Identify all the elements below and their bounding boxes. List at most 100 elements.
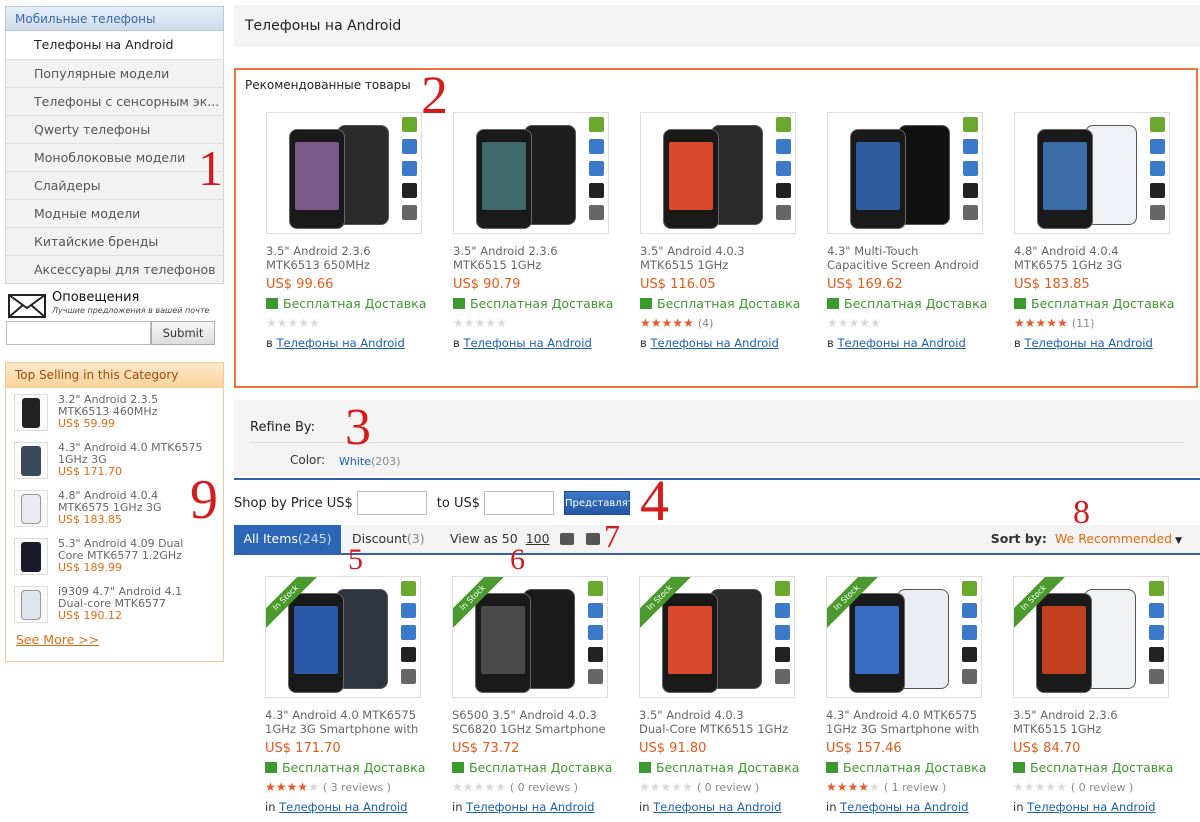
product-name-line2[interactable]: 1GHz 3G Smartphone with xyxy=(826,722,996,736)
category-link[interactable]: Телефоны на Android xyxy=(276,336,404,350)
product-image[interactable]: In Stock xyxy=(452,576,608,698)
product-image[interactable] xyxy=(1014,112,1170,234)
color-filter-white[interactable]: White(203) xyxy=(339,455,401,468)
product-name-line2[interactable]: 1GHz 3G Smartphone with xyxy=(265,722,435,736)
category-header[interactable]: Мобильные телефоны xyxy=(5,6,224,31)
product-name[interactable]: 4.8" Android 4.0.4 MTK6575 1GHz 3G xyxy=(1014,244,1184,272)
price-from-input[interactable] xyxy=(356,491,427,515)
product-image[interactable] xyxy=(266,112,422,234)
product-name-line1[interactable]: 3.5" Android 2.3.6 xyxy=(266,244,436,258)
price-apply-button[interactable]: Представлять xyxy=(564,491,639,515)
product-card[interactable]: 4.8" Android 4.0.4 MTK6575 1GHz 3G US$ 183… xyxy=(1014,112,1184,350)
review-count[interactable]: ( 0 review ) xyxy=(1071,781,1133,794)
product-name[interactable]: S6500 3.5" Android 4.0.3 SC6820 1GHz Smar… xyxy=(452,708,622,736)
product-name[interactable]: 3.5" Android 2.3.6 MTK6515 1GHz xyxy=(453,244,623,272)
product-name[interactable]: 4.3" Multi-Touch Capacitive Screen Androi… xyxy=(827,244,997,272)
view-100-option[interactable]: 100 xyxy=(526,531,550,546)
product-name-line1[interactable]: 3.5" Android 4.0.3 xyxy=(640,244,810,258)
sidebar-item-accessories[interactable]: Аксессуары для телефонов xyxy=(6,255,223,283)
product-name[interactable]: 5.3" Android 4.09 Dual Core MTK6577 1.2G… xyxy=(58,538,208,562)
product-name-line2[interactable]: MTK6513 650MHz xyxy=(266,258,436,272)
product-image[interactable] xyxy=(453,112,609,234)
product-card[interactable]: 3.5" Android 2.3.6 MTK6515 1GHz US$ 90.79 Б… xyxy=(453,112,623,350)
product-name[interactable]: 4.3" Android 4.0 MTK6575 1GHz 3G Smartpho… xyxy=(265,708,435,736)
newsletter-submit-button[interactable]: Submit xyxy=(151,321,215,345)
sidebar-item-android[interactable]: Телефоны на Android xyxy=(6,31,223,59)
product-name-line2[interactable]: MTK6515 1GHz xyxy=(1013,722,1183,736)
product-card[interactable]: In Stock S6500 3.5" Android 4.0.3 SC6820 1… xyxy=(452,576,622,814)
category-link[interactable]: Телефоны на Android xyxy=(650,336,778,350)
rating[interactable]: ★★★★★ (11) xyxy=(1014,316,1184,330)
sidebar-item-candybar[interactable]: Моноблоковые модели xyxy=(6,143,223,171)
list-item[interactable]: i9309 4.7" Android 4.1 Dual-core MTK6577… xyxy=(6,580,223,628)
review-count[interactable]: (11) xyxy=(1072,317,1095,330)
category-link[interactable]: Телефоны на Android xyxy=(466,800,594,814)
product-card[interactable]: 3.5" Android 2.3.6 MTK6513 650MHz US$ 99.6… xyxy=(266,112,436,350)
review-count[interactable]: ( 3 reviews ) xyxy=(323,781,391,794)
sort-by-value[interactable]: We Recommended xyxy=(1055,531,1172,546)
product-thumbnail[interactable] xyxy=(14,442,48,479)
product-name[interactable]: 3.2" Android 2.3.5 MTK6513 460MHz xyxy=(58,394,208,418)
product-thumbnail[interactable] xyxy=(14,490,48,527)
product-name[interactable]: 4.3" Android 4.0 MTK6575 1GHz 3G xyxy=(58,442,208,466)
product-name[interactable]: i9309 4.7" Android 4.1 Dual-core MTK6577 xyxy=(58,586,208,610)
category-link[interactable]: Телефоны на Android xyxy=(840,800,968,814)
product-thumbnail[interactable] xyxy=(14,586,48,623)
list-item[interactable]: 5.3" Android 4.09 Dual Core MTK6577 1.2G… xyxy=(6,532,223,580)
product-card[interactable]: 4.3" Multi-Touch Capacitive Screen Androi… xyxy=(827,112,997,350)
product-card[interactable]: 3.5" Android 4.0.3 MTK6515 1GHz US$ 116.05… xyxy=(640,112,810,350)
see-more-link[interactable]: See More >> xyxy=(16,632,99,647)
product-name[interactable]: 4.3" Android 4.0 MTK6575 1GHz 3G Smartpho… xyxy=(826,708,996,736)
product-name-line1[interactable]: S6500 3.5" Android 4.0.3 xyxy=(452,708,622,722)
product-thumbnail[interactable] xyxy=(14,394,48,431)
product-name-line2[interactable]: SC6820 1GHz Smartphone xyxy=(452,722,622,736)
product-name-line2[interactable]: MTK6515 1GHz xyxy=(453,258,623,272)
sidebar-item-popular[interactable]: Популярные модели xyxy=(6,59,223,87)
rating[interactable]: ★★★★★( 0 review ) xyxy=(639,780,809,794)
product-name[interactable]: 3.5" Android 4.0.3 Dual-Core MTK6515 1GHz xyxy=(639,708,809,736)
rating[interactable]: ★★★★★( 0 review ) xyxy=(1013,780,1183,794)
product-image[interactable]: In Stock xyxy=(1013,576,1169,698)
review-count[interactable]: ( 0 review ) xyxy=(697,781,759,794)
rating[interactable]: ★★★★★( 1 review ) xyxy=(826,780,996,794)
newsletter-email-input[interactable] xyxy=(6,321,151,345)
product-card[interactable]: In Stock 3.5" Android 4.0.3 Dual-Core MTK6… xyxy=(639,576,809,814)
tab-all-items[interactable]: All Items(245) xyxy=(234,525,341,553)
product-name-line2[interactable]: Dual-Core MTK6515 1GHz xyxy=(639,722,809,736)
category-link[interactable]: Телефоны на Android xyxy=(837,336,965,350)
rating[interactable]: ★★★★★( 3 reviews ) xyxy=(265,780,435,794)
product-name-line1[interactable]: 4.3" Multi-Touch xyxy=(827,244,997,258)
grid-view-icon[interactable] xyxy=(559,533,574,545)
product-image[interactable] xyxy=(640,112,796,234)
sidebar-item-sliders[interactable]: Слайдеры xyxy=(6,171,223,199)
product-image[interactable]: In Stock xyxy=(265,576,421,698)
product-name[interactable]: 3.5" Android 2.3.6 MTK6515 1GHz xyxy=(1013,708,1183,736)
product-name-line2[interactable]: MTK6575 1GHz 3G xyxy=(1014,258,1184,272)
sidebar-item-qwerty[interactable]: Qwerty телефоны xyxy=(6,115,223,143)
category-link[interactable]: Телефоны на Android xyxy=(653,800,781,814)
product-name[interactable]: 3.5" Android 4.0.3 MTK6515 1GHz xyxy=(640,244,810,272)
review-count[interactable]: (4) xyxy=(698,317,714,330)
product-card[interactable]: In Stock 3.5" Android 2.3.6 MTK6515 1GHz US… xyxy=(1013,576,1183,814)
category-link[interactable]: Телефоны на Android xyxy=(279,800,407,814)
sidebar-item-fashion[interactable]: Модные модели xyxy=(6,199,223,227)
rating[interactable]: ★★★★★ xyxy=(453,316,623,330)
product-card[interactable]: In Stock 4.3" Android 4.0 MTK6575 1GHz 3G … xyxy=(265,576,435,814)
review-count[interactable]: ( 0 reviews ) xyxy=(510,781,578,794)
product-image[interactable] xyxy=(827,112,983,234)
product-thumbnail[interactable] xyxy=(14,538,48,575)
product-name-line1[interactable]: 4.3" Android 4.0 MTK6575 xyxy=(826,708,996,722)
product-name-line1[interactable]: 3.5" Android 4.0.3 xyxy=(639,708,809,722)
review-count[interactable]: ( 1 review ) xyxy=(884,781,946,794)
category-link[interactable]: Телефоны на Android xyxy=(1027,800,1155,814)
color-filter-value[interactable]: White xyxy=(339,455,371,468)
product-name-line2[interactable]: MTK6515 1GHz xyxy=(640,258,810,272)
product-name-line1[interactable]: 3.5" Android 2.3.6 xyxy=(1013,708,1183,722)
product-name-line2[interactable]: Capacitive Screen Android xyxy=(827,258,997,272)
product-name-line1[interactable]: 3.5" Android 2.3.6 xyxy=(453,244,623,258)
sidebar-item-touchscreen[interactable]: Телефоны с сенсорным эк... xyxy=(6,87,223,115)
product-name[interactable]: 4.8" Android 4.0.4 MTK6575 1GHz 3G xyxy=(58,490,208,514)
price-to-input[interactable] xyxy=(484,491,555,515)
product-name[interactable]: 3.5" Android 2.3.6 MTK6513 650MHz xyxy=(266,244,436,272)
sidebar-item-chinese-brands[interactable]: Китайские бренды xyxy=(6,227,223,255)
